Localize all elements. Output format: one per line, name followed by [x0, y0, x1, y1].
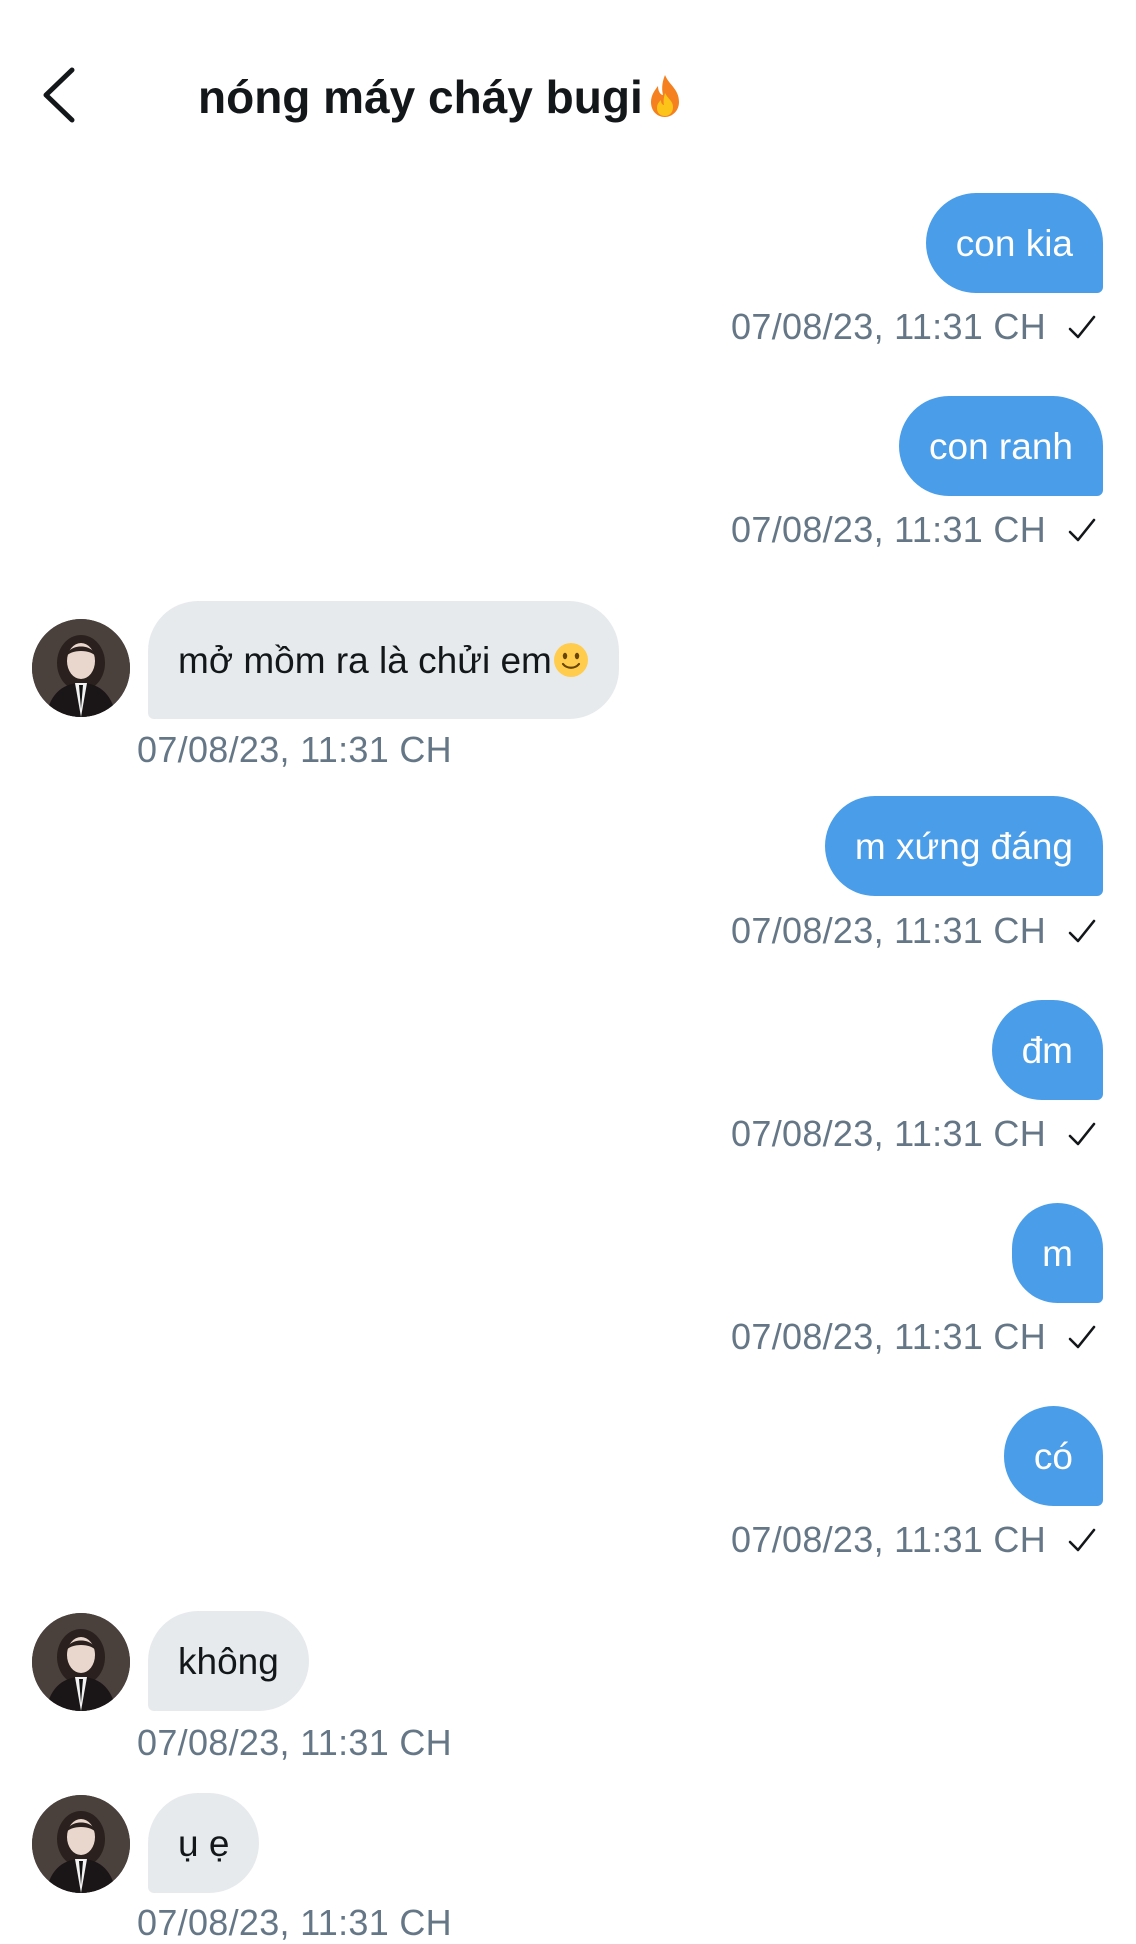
- message-timestamp: 07/08/23, 11:31 CH: [137, 729, 452, 770]
- message-timestamp: 07/08/23, 11:31 CH: [137, 1722, 452, 1763]
- message-text: đm: [1021, 1029, 1073, 1071]
- message-timestamp: 07/08/23, 11:31 CH: [137, 1902, 452, 1943]
- check-icon: [1068, 518, 1096, 542]
- outgoing-message-bubble[interactable]: con kia: [925, 193, 1103, 293]
- message-list[interactable]: con kia 07/08/23, 11:31 CH con ranh 07/0…: [0, 0, 1136, 1943]
- avatar[interactable]: [32, 619, 130, 717]
- avatar[interactable]: [32, 1613, 130, 1711]
- message-text: con kia: [955, 222, 1073, 264]
- message-text: m: [1042, 1232, 1073, 1274]
- outgoing-message-bubble[interactable]: m: [1012, 1203, 1103, 1303]
- message-text: con ranh: [929, 425, 1073, 467]
- check-icon: [1068, 1325, 1096, 1349]
- message-text: không: [178, 1640, 279, 1682]
- message-text: ụ ẹ: [178, 1822, 230, 1864]
- check-icon: [1068, 919, 1096, 943]
- message-timestamp: 07/08/23, 11:31 CH: [731, 306, 1046, 347]
- message-text: m xứng đáng: [854, 825, 1073, 867]
- message-timestamp: 07/08/23, 11:31 CH: [731, 1519, 1046, 1560]
- check-icon: [1068, 1122, 1096, 1146]
- outgoing-message-bubble[interactable]: con ranh: [899, 396, 1103, 496]
- message-text: mở mồm ra là chửi em: [178, 639, 552, 681]
- avatar-image: [32, 1795, 130, 1893]
- incoming-message-bubble[interactable]: ụ ẹ: [148, 1793, 260, 1893]
- message-timestamp: 07/08/23, 11:31 CH: [731, 1113, 1046, 1154]
- incoming-message-bubble[interactable]: không: [148, 1611, 309, 1711]
- slightly-smiling-face-emoji: [553, 642, 589, 678]
- message-timestamp: 07/08/23, 11:31 CH: [731, 1316, 1046, 1357]
- check-icon: [1068, 1528, 1096, 1552]
- outgoing-message-bubble[interactable]: đm: [991, 1000, 1103, 1100]
- message-text: có: [1033, 1435, 1073, 1477]
- avatar-image: [32, 1613, 130, 1711]
- message-timestamp: 07/08/23, 11:31 CH: [731, 509, 1046, 550]
- incoming-message-bubble[interactable]: mở mồm ra là chửi em: [148, 601, 619, 719]
- outgoing-message-bubble[interactable]: có: [1003, 1406, 1103, 1506]
- message-timestamp: 07/08/23, 11:31 CH: [731, 910, 1046, 951]
- avatar[interactable]: [32, 1795, 130, 1893]
- avatar-image: [32, 619, 130, 717]
- outgoing-message-bubble[interactable]: m xứng đáng: [824, 796, 1103, 896]
- check-icon: [1068, 315, 1096, 339]
